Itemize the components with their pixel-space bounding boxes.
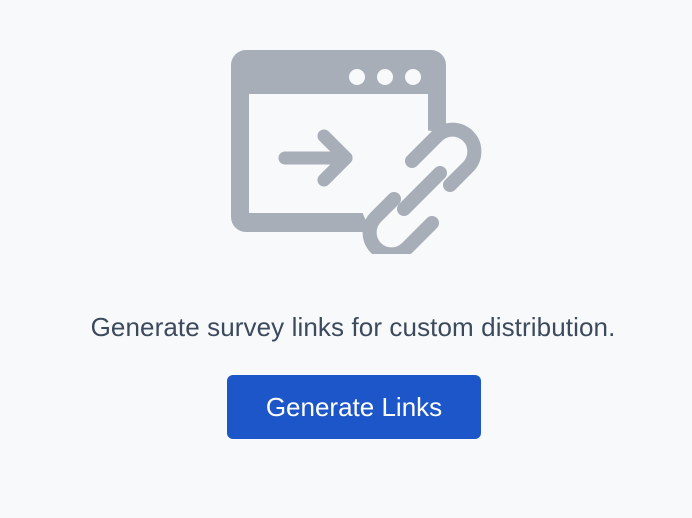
- empty-state: Generate survey links for custom distrib…: [0, 0, 692, 518]
- empty-state-message: Generate survey links for custom distrib…: [90, 312, 616, 342]
- generate-links-button[interactable]: Generate Links: [227, 375, 481, 439]
- link-icon: [362, 122, 482, 254]
- browser-link-illustration-icon: [231, 50, 482, 254]
- arrow-right-icon: [278, 129, 353, 187]
- window-dots-icon: [349, 69, 421, 85]
